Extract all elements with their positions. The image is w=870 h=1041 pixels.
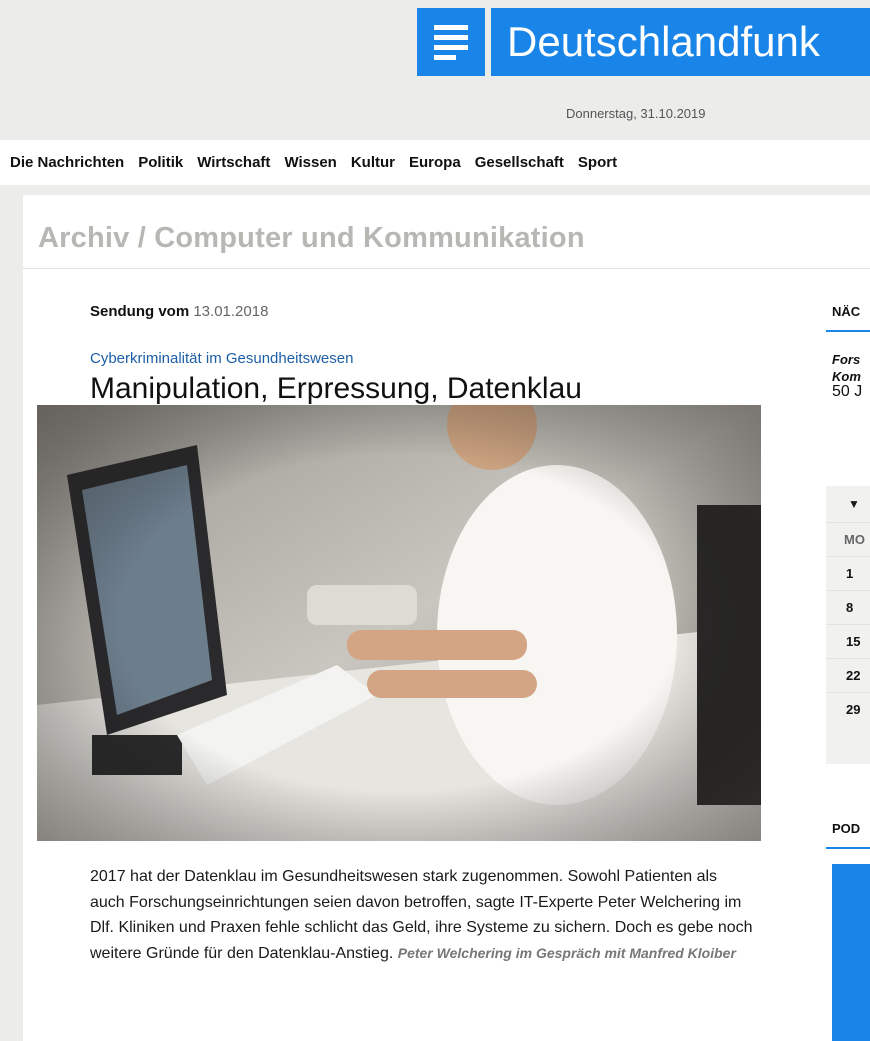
sidebar-next-heading: NÄC [832,304,861,319]
calendar-day[interactable]: 1 [826,556,870,590]
chevron-down-icon: ▼ [848,497,860,511]
calendar-day[interactable]: 22 [826,658,870,692]
nav-item-europa[interactable]: Europa [409,154,461,171]
nav-item-wirtschaft[interactable]: Wirtschaft [197,154,270,171]
sidebar-podcast-underline [826,847,870,849]
brand-name: Deutschlandfunk [491,8,870,76]
article-photo-illustration [37,405,761,841]
nav-item-wissen[interactable]: Wissen [284,154,336,171]
sidebar-podcast-heading: POD [832,821,861,836]
section-title: Archiv / Computer und Kommunikation [38,222,585,254]
sidebar-next-text: 50 J [832,383,863,400]
archive-calendar: ▼ MO 1 8 15 22 29 [826,486,870,764]
podcast-teaser[interactable] [832,864,870,1041]
calendar-day[interactable]: 8 [826,590,870,624]
article-byline: Peter Welchering im Gespräch mit Manfred… [397,944,736,961]
sidebar-next-title-line1: Fors [832,352,861,367]
nav-item-sport[interactable]: Sport [578,154,617,171]
article-teaser: 2017 hat der Datenklau im Gesundheitswes… [90,864,755,966]
calendar-day-header: MO [826,522,870,556]
nav-item-gesellschaft[interactable]: Gesellschaft [475,154,564,171]
article-kicker[interactable]: Cyberkriminalität im Gesundheitswesen [90,350,353,367]
calendar-day[interactable]: 29 [826,692,870,726]
article-headline[interactable]: Manipulation, Erpressung, Datenklau [90,372,582,406]
sidebar-next-title[interactable]: Fors Kom [832,351,861,385]
nav-item-nachrichten[interactable]: Die Nachrichten [10,154,124,171]
article-image[interactable] [37,405,761,841]
nav-item-politik[interactable]: Politik [138,154,183,171]
brand-logo[interactable]: Deutschlandfunk [417,8,870,76]
main-nav: Die Nachrichten Politik Wirtschaft Wisse… [0,140,870,185]
sidebar-next-underline [826,330,870,332]
deutschlandfunk-logo-icon [417,8,485,76]
calendar-toggle[interactable]: ▼ [826,486,870,522]
nav-item-kultur[interactable]: Kultur [351,154,395,171]
section-divider [23,268,870,269]
broadcast-date: Sendung vom 13.01.2018 [90,303,268,320]
broadcast-date-label: Sendung vom [90,303,194,320]
broadcast-date-value[interactable]: 13.01.2018 [193,303,268,320]
calendar-day[interactable]: 15 [826,624,870,658]
current-date: Donnerstag, 31.10.2019 [566,106,706,121]
